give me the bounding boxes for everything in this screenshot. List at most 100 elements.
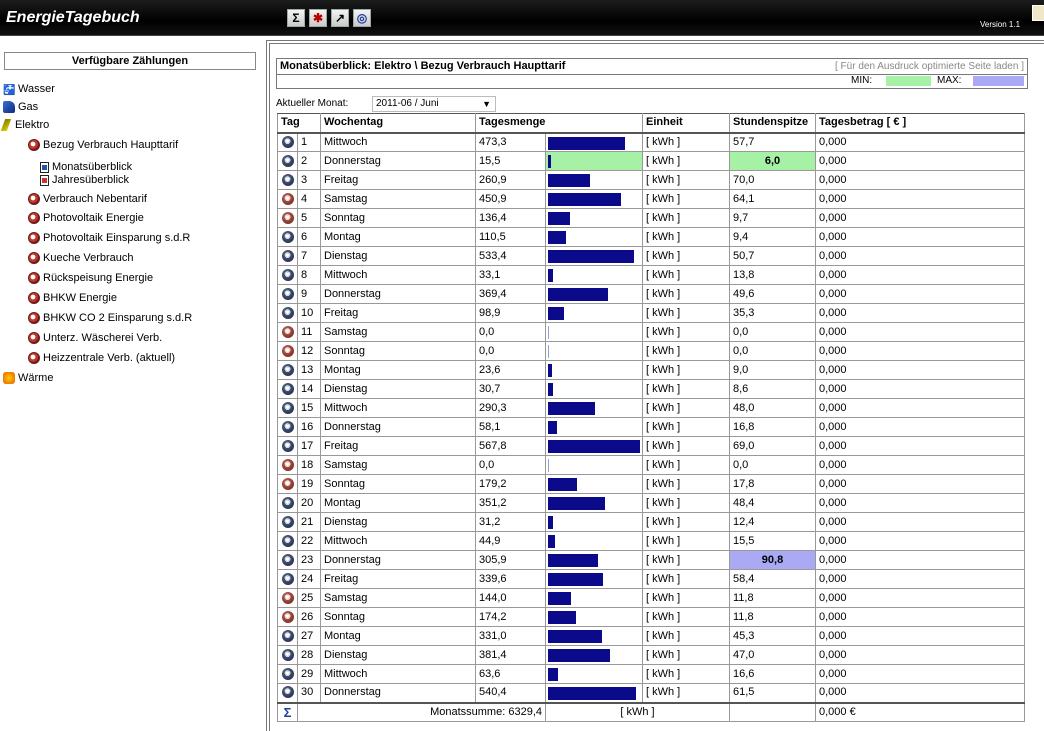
tree-item-label: Photovoltaik Energie <box>43 212 144 224</box>
day-icon-cell: ◉ <box>277 322 298 342</box>
table-row[interactable]: ◉ 23 Donnerstag 305,9 [ kWh ] 90,8 0,000 <box>277 550 1025 570</box>
tree-item-label: Jahresüberblick <box>52 174 130 186</box>
daily-cost: 0,000 <box>815 360 1025 380</box>
amount-bar-cell <box>545 645 643 665</box>
table-row[interactable]: ◉ 27 Montag 331,0 [ kWh ] 45,3 0,000 <box>277 626 1025 646</box>
table-row[interactable]: ◉ 20 Montag 351,2 [ kWh ] 48,4 0,000 <box>277 493 1025 513</box>
tree-item[interactable]: 🚰 Wasser <box>3 81 55 97</box>
daily-cost: 0,000 <box>815 284 1025 304</box>
table-row[interactable]: ◉ 17 Freitag 567,8 [ kWh ] 69,0 0,000 <box>277 436 1025 456</box>
table-row[interactable]: ◉ 4 Samstag 450,9 [ kWh ] 64,1 0,000 <box>277 189 1025 209</box>
month-label: Aktueller Monat: <box>276 98 349 109</box>
table-row[interactable]: ◉ 14 Dienstag 30,7 [ kWh ] 8,6 0,000 <box>277 379 1025 399</box>
amount-bar-cell <box>545 398 643 418</box>
month-select[interactable]: 2011-06 / Juni ▼ <box>372 96 496 112</box>
sigma-icon[interactable]: Σ <box>287 9 305 27</box>
day-number: 21 <box>297 512 321 532</box>
tree-item[interactable]: Bezug Verbrauch Haupttarif <box>28 137 178 153</box>
table-row[interactable]: ◉ 12 Sonntag 0,0[ kWh ] 0,0 0,000 <box>277 341 1025 361</box>
amount-bar <box>548 402 595 415</box>
table-row[interactable]: ◉ 19 Sonntag 179,2 [ kWh ] 17,8 0,000 <box>277 474 1025 494</box>
day-number: 16 <box>297 417 321 437</box>
table-row[interactable]: ◉ 1 Mittwoch 473,3 [ kWh ] 57,7 0,000 <box>277 132 1025 152</box>
unit: [ kWh ] <box>642 474 730 494</box>
tree-item[interactable]: Photovoltaik Einsparung s.d.R <box>28 230 190 246</box>
amount-bar-cell <box>545 455 643 475</box>
amount-bar-cell <box>545 607 643 627</box>
day-icon-cell: ◉ <box>277 189 298 209</box>
weekday: Samstag <box>320 455 476 475</box>
tree-item[interactable]: Gas <box>3 99 38 115</box>
table-row[interactable]: ◉ 15 Mittwoch 290,3 [ kWh ] 48,0 0,000 <box>277 398 1025 418</box>
day-icon-cell: ◉ <box>277 151 298 171</box>
table-row[interactable]: ◉ 3 Freitag 260,9 [ kWh ] 70,0 0,000 <box>277 170 1025 190</box>
tree-item[interactable]: BHKW CO 2 Einsparung s.d.R <box>28 310 192 326</box>
tree-item[interactable]: Verbrauch Nebentarif <box>28 191 147 207</box>
tree-item[interactable]: Heizzentrale Verb. (aktuell) <box>28 350 175 366</box>
table-row[interactable]: ◉ 21 Dienstag 31,2 [ kWh ] 12,4 0,000 <box>277 512 1025 532</box>
table-row[interactable]: ◉ 22 Mittwoch 44,9 [ kWh ] 15,5 0,000 <box>277 531 1025 551</box>
amount-bar-cell <box>545 189 643 209</box>
panel-header: Monatsüberblick: Elektro \ Bezug Verbrau… <box>276 58 1028 75</box>
table-row[interactable]: ◉ 18 Samstag 0,0[ kWh ] 0,0 0,000 <box>277 455 1025 475</box>
table-row[interactable]: ◉ 10 Freitag 98,9 [ kWh ] 35,3 0,000 <box>277 303 1025 323</box>
daily-cost: 0,000 <box>815 417 1025 437</box>
table-row[interactable]: ◉ 24 Freitag 339,6 [ kWh ] 58,4 0,000 <box>277 569 1025 589</box>
table-row[interactable]: ◉ 29 Mittwoch 63,6 [ kWh ] 16,6 0,000 <box>277 664 1025 684</box>
tree-item[interactable]: Unterz. Wäscherei Verb. <box>28 330 162 346</box>
table-row[interactable]: ◉ 7 Dienstag 533,4 [ kWh ] 50,7 0,000 <box>277 246 1025 266</box>
table-row[interactable]: ◉ 16 Donnerstag 58,1 [ kWh ] 16,8 0,000 <box>277 417 1025 437</box>
table-row[interactable]: ◉ 2 Donnerstag 15,5 [ kWh ] 6,0 0,000 <box>277 151 1025 171</box>
tree-item[interactable]: Photovoltaik Energie <box>28 210 144 226</box>
amount-bar-cell <box>545 550 643 570</box>
max-swatch <box>973 76 1024 86</box>
tree-item[interactable]: Wärme <box>3 370 53 386</box>
day-number: 27 <box>297 626 321 646</box>
weekday: Mittwoch <box>320 531 476 551</box>
day-icon-cell: ◉ <box>277 626 298 646</box>
daily-amount: 0,0 <box>475 322 546 342</box>
tree-item[interactable]: Elektro <box>0 117 49 133</box>
daily-cost: 0,000 <box>815 531 1025 551</box>
tree-item[interactable]: Rückspeisung Energie <box>28 270 153 286</box>
table-row[interactable]: ◉ 30 Donnerstag 540,4 [ kWh ] 61,5 0,000 <box>277 683 1025 703</box>
weekday: Dienstag <box>320 379 476 399</box>
amount-bar-cell <box>545 512 643 532</box>
daily-cost: 0,000 <box>815 170 1025 190</box>
amount-bar-cell <box>545 132 643 152</box>
amount-bar-cell <box>545 360 643 380</box>
weekday: Dienstag <box>320 246 476 266</box>
daily-amount: 369,4 <box>475 284 546 304</box>
meter-icon[interactable]: ✱ <box>309 9 327 27</box>
print-link[interactable]: [ Für den Ausdruck optimierte Seite lade… <box>835 59 1024 74</box>
table-row[interactable]: ◉ 9 Donnerstag 369,4 [ kWh ] 49,6 0,000 <box>277 284 1025 304</box>
table-row[interactable]: ◉ 28 Dienstag 381,4 [ kWh ] 47,0 0,000 <box>277 645 1025 665</box>
table-row[interactable]: ◉ 5 Sonntag 136,4 [ kWh ] 9,7 0,000 <box>277 208 1025 228</box>
unit: [ kWh ] <box>642 626 730 646</box>
weekday: Montag <box>320 493 476 513</box>
amount-bar <box>548 231 566 244</box>
export-arrow-icon[interactable]: ↗ <box>331 9 349 27</box>
unit: [ kWh ] <box>642 512 730 532</box>
document-icon <box>40 174 49 186</box>
daily-cost: 0,000 <box>815 208 1025 228</box>
table-row[interactable]: ◉ 11 Samstag 0,0[ kWh ] 0,0 0,000 <box>277 322 1025 342</box>
unit: [ kWh ] <box>642 265 730 285</box>
day-icon-cell: ◉ <box>277 512 298 532</box>
table-row[interactable]: ◉ 13 Montag 23,6 [ kWh ] 9,0 0,000 <box>277 360 1025 380</box>
table-row[interactable]: ◉ 8 Mittwoch 33,1 [ kWh ] 13,8 0,000 <box>277 265 1025 285</box>
unit: [ kWh ] <box>642 436 730 456</box>
tree-item[interactable]: BHKW Energie <box>28 290 117 306</box>
day-icon-cell: ◉ <box>277 569 298 589</box>
book-icon[interactable] <box>1032 5 1044 21</box>
table-row[interactable]: ◉ 26 Sonntag 174,2 [ kWh ] 11,8 0,000 <box>277 607 1025 627</box>
gauge-icon[interactable]: ◎ <box>353 9 371 27</box>
table-row[interactable]: ◉ 6 Montag 110,5 [ kWh ] 9,4 0,000 <box>277 227 1025 247</box>
table-row[interactable]: ◉ 25 Samstag 144,0 [ kWh ] 11,8 0,000 <box>277 588 1025 608</box>
tree-item[interactable]: Jahresüberblick <box>40 172 129 188</box>
tree-item[interactable]: Kueche Verbrauch <box>28 250 134 266</box>
tree-item-label: Verbrauch Nebentarif <box>43 193 147 205</box>
unit: [ kWh ] <box>642 170 730 190</box>
table-footer-row: Σ Monatssumme: 6329,4 [ kWh ] 0,000 € <box>277 701 1025 722</box>
hourly-peak: 49,6 <box>729 284 816 304</box>
